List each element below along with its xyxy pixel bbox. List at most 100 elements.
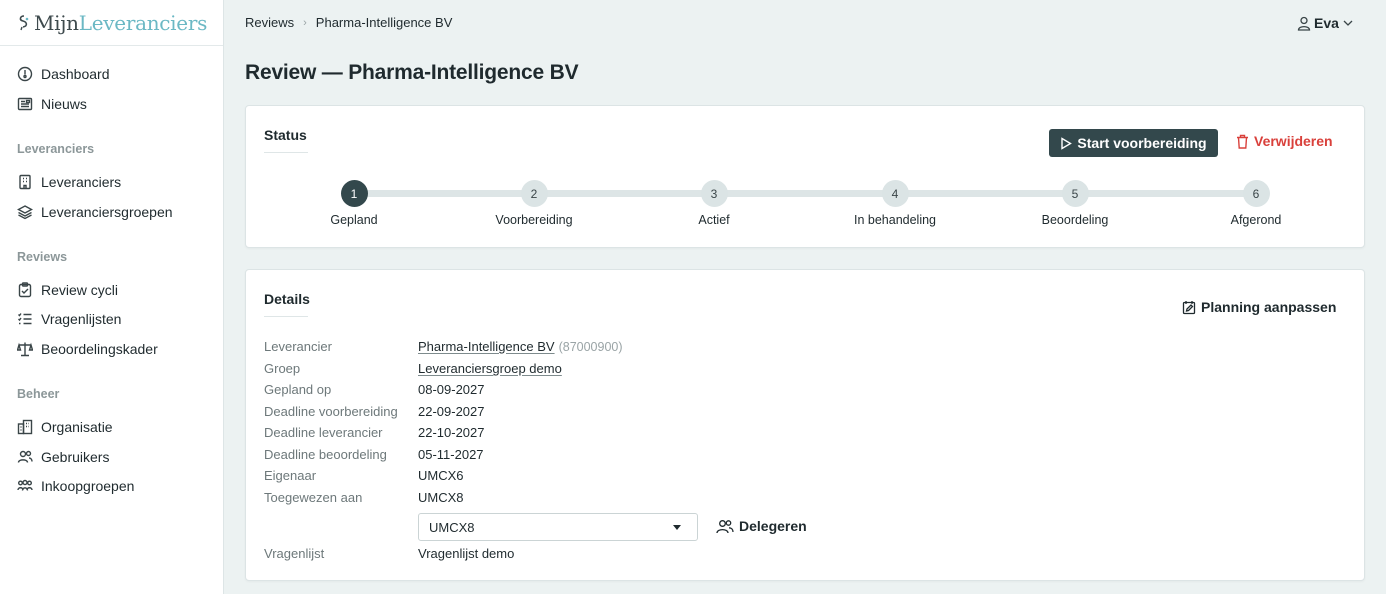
status-card-title: Status [264, 127, 307, 143]
details-card-title: Details [264, 291, 310, 307]
calendar-edit-icon [1182, 300, 1196, 314]
step-label: Beoordeling [1041, 213, 1109, 227]
step-voorbereiding: 2 Voorbereiding [474, 180, 594, 227]
trash-icon [1237, 134, 1248, 149]
breadcrumb-current: Pharma-Intelligence BV [315, 15, 453, 30]
breadcrumb-reviews-link[interactable]: Reviews [245, 15, 294, 30]
sidebar-item-label: Dashboard [41, 66, 110, 82]
detail-row-eigenaar: Eigenaar UMCX6 [264, 468, 464, 483]
detail-label: Gepland op [264, 382, 332, 397]
detail-value: Vragenlijst demo [418, 546, 515, 561]
sidebar-item-beoordelingskader[interactable]: Beoordelingskader [17, 341, 158, 357]
detail-label: Vragenlijst [264, 546, 325, 561]
sidebar-item-vragenlijsten[interactable]: Vragenlijsten [17, 311, 121, 327]
sidebar-item-label: Inkoopgroepen [41, 478, 135, 494]
planning-aanpassen-button[interactable]: Planning aanpassen [1182, 299, 1336, 315]
caret-down-icon [673, 525, 681, 530]
layers-icon [17, 205, 33, 220]
delete-button-label: Verwijderen [1254, 133, 1333, 149]
card-title-divider [264, 316, 308, 317]
step-number: 2 [520, 180, 548, 207]
detail-row-vragenlijst: Vragenlijst Vragenlijst demo [264, 546, 514, 561]
step-label: Voorbereiding [495, 213, 573, 227]
logo-text-part2: Leveranciers [78, 10, 208, 35]
detail-row-gepland-op: Gepland op 08-09-2027 [264, 382, 485, 397]
step-label: Actief [698, 213, 730, 227]
start-button-label: Start voorbereiding [1077, 135, 1207, 151]
detail-row-deadline-voorbereiding: Deadline voorbereiding 22-09-2027 [264, 404, 485, 419]
sidebar-item-gebruikers[interactable]: Gebruikers [17, 449, 109, 465]
detail-row-deadline-beoordeling: Deadline beoordeling 05-11-2027 [264, 447, 484, 462]
detail-label: Deadline voorbereiding [264, 404, 398, 419]
groups-icon [17, 479, 33, 491]
detail-label: Deadline beoordeling [264, 447, 387, 462]
step-number: 3 [700, 180, 728, 207]
detail-value: 08-09-2027 [418, 382, 485, 397]
step-afgerond: 6 Afgerond [1196, 180, 1316, 227]
detail-value: 22-09-2027 [418, 404, 485, 419]
page-title: Review — Pharma-Intelligence BV [245, 61, 579, 84]
sidebar-item-dashboard[interactable]: Dashboard [17, 66, 110, 82]
logo-mark-icon [19, 14, 29, 30]
detail-label: Groep [264, 361, 301, 376]
detail-row-deadline-leverancier: Deadline leverancier 22-10-2027 [264, 425, 485, 440]
sidebar-item-leveranciers[interactable]: Leveranciers [17, 174, 121, 190]
detail-label: Toegewezen aan [264, 490, 363, 505]
delete-button[interactable]: Verwijderen [1236, 133, 1333, 149]
organization-icon [17, 419, 33, 435]
logo-text-part1: Mijn [34, 10, 79, 35]
detail-row-toegewezen-aan: Toegewezen aan UMCX8 [264, 490, 464, 505]
start-voorbereiding-button[interactable]: Start voorbereiding [1049, 129, 1218, 157]
logo-text: MijnLeveranciers [34, 11, 207, 35]
play-icon [1061, 136, 1073, 150]
step-gepland: 1 Gepland [294, 180, 414, 227]
groep-link[interactable]: Leveranciersgroep demo [418, 361, 562, 376]
user-menu[interactable]: Eva [1297, 15, 1354, 31]
sidebar-item-label: Beoordelingskader [41, 341, 158, 357]
detail-row-groep: Groep Leveranciersgroep demo [264, 361, 562, 376]
user-name: Eva [1314, 15, 1339, 31]
detail-value: UMCX8 [418, 490, 464, 505]
detail-label: Deadline leverancier [264, 425, 383, 440]
breadcrumb: Reviews › Pharma-Intelligence BV [245, 15, 452, 30]
step-number: 6 [1242, 180, 1270, 207]
step-beoordeling: 5 Beoordeling [1015, 180, 1135, 227]
sidebar: MijnLeveranciers Dashboard Nieuws Levera… [0, 0, 224, 594]
assignee-select[interactable]: UMCX8 [418, 513, 698, 541]
logo[interactable]: MijnLeveranciers [0, 0, 223, 46]
sidebar-item-label: Gebruikers [41, 449, 110, 465]
sidebar-section-reviews: Reviews [17, 250, 68, 264]
detail-value: UMCX6 [418, 468, 464, 483]
sidebar-section-beheer: Beheer [17, 387, 60, 401]
sidebar-item-inkoopgroepen[interactable]: Inkoopgroepen [17, 478, 134, 494]
detail-value: 22-10-2027 [418, 425, 485, 440]
sidebar-item-label: Leveranciers [41, 174, 122, 190]
sidebar-item-review-cycli[interactable]: Review cycli [17, 282, 118, 298]
detail-label: Eigenaar [264, 468, 317, 483]
newspaper-icon [17, 97, 33, 111]
sidebar-item-organisatie[interactable]: Organisatie [17, 419, 113, 435]
sidebar-item-leveranciersgroepen[interactable]: Leveranciersgroepen [17, 204, 173, 220]
building-icon [19, 174, 31, 190]
delegeren-button[interactable]: Delegeren [716, 518, 807, 534]
card-title-divider [264, 152, 308, 153]
assignee-select-value: UMCX8 [429, 519, 475, 535]
sidebar-item-label: Vragenlijsten [41, 311, 122, 327]
detail-label: Leverancier [264, 339, 332, 354]
sidebar-item-label: Review cycli [41, 282, 119, 298]
step-actief: 3 Actief [654, 180, 774, 227]
step-number: 5 [1061, 180, 1089, 207]
sidebar-item-label: Leveranciersgroepen [41, 204, 173, 220]
sidebar-item-label: Nieuws [41, 96, 87, 112]
checklist-icon [18, 313, 32, 325]
chevron-down-icon [1343, 20, 1353, 26]
sidebar-item-nieuws[interactable]: Nieuws [17, 96, 87, 112]
dashboard-icon [17, 66, 33, 82]
users-icon [17, 450, 33, 463]
step-label: In behandeling [853, 213, 937, 227]
delegate-button-label: Delegeren [739, 518, 807, 534]
sidebar-section-leveranciers: Leveranciers [17, 142, 95, 156]
users-icon [716, 519, 734, 533]
scale-icon [17, 342, 33, 357]
leverancier-link[interactable]: Pharma-Intelligence BV [418, 339, 555, 354]
